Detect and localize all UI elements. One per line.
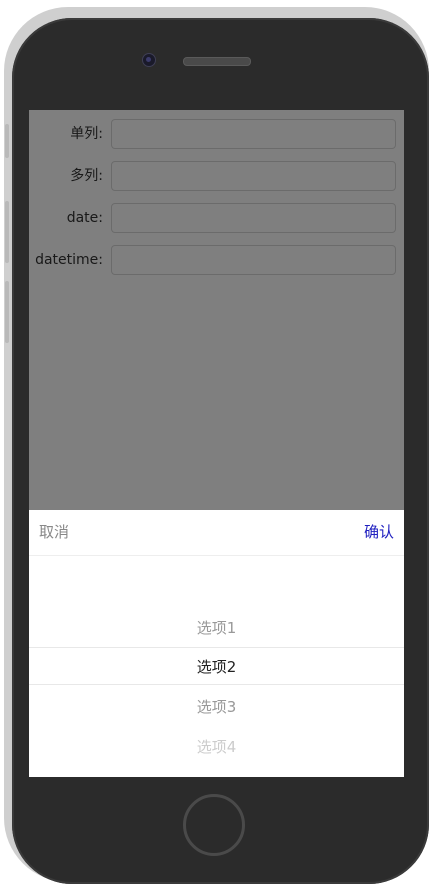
home-button: [183, 794, 245, 856]
screen: 单列: 多列: date: datetime: 取消 确认 选项1 选项2 选项…: [29, 110, 404, 777]
picker-option-selected[interactable]: 选项2: [29, 647, 404, 687]
picker-toolbar: 取消 确认: [29, 510, 404, 556]
volume-down-button: [5, 281, 9, 343]
picker-wheel[interactable]: 选项1 选项2 选项3 选项4: [29, 556, 404, 777]
picker-option[interactable]: 选项3: [29, 687, 404, 727]
picker-sheet: 取消 确认 选项1 选项2 选项3 选项4: [29, 510, 404, 777]
picker-option[interactable]: 选项4: [29, 727, 404, 767]
picker-option[interactable]: 选项1: [29, 608, 404, 648]
confirm-button[interactable]: 确认: [364, 510, 394, 555]
volume-up-button: [5, 201, 9, 263]
front-camera-icon: [142, 53, 156, 67]
earpiece-speaker: [183, 57, 251, 66]
mute-switch: [5, 124, 9, 158]
cancel-button[interactable]: 取消: [39, 510, 69, 555]
